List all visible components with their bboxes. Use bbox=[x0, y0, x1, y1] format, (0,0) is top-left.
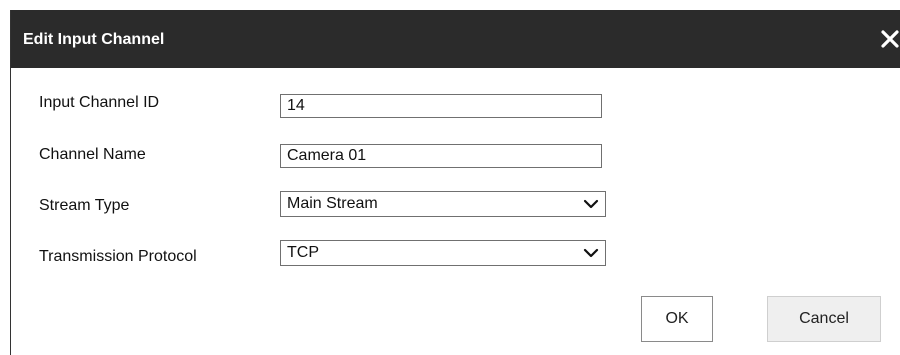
ok-button[interactable]: OK bbox=[641, 296, 713, 342]
cancel-button[interactable]: Cancel bbox=[767, 296, 881, 342]
close-icon[interactable] bbox=[879, 26, 900, 52]
input-channel-id-field[interactable] bbox=[280, 94, 602, 118]
input-channel-id-label: Input Channel ID bbox=[39, 94, 160, 111]
transmission-protocol-value: TCP bbox=[287, 244, 319, 261]
dialog-titlebar: Edit Input Channel bbox=[11, 10, 900, 68]
stream-type-label: Stream Type bbox=[39, 197, 130, 214]
stream-type-select[interactable]: Main Stream bbox=[280, 191, 606, 217]
channel-name-field[interactable] bbox=[280, 144, 602, 168]
stream-type-value: Main Stream bbox=[287, 195, 378, 212]
transmission-protocol-label: Transmission Protocol bbox=[39, 248, 197, 265]
dialog-title: Edit Input Channel bbox=[23, 31, 165, 48]
chevron-down-icon bbox=[583, 248, 599, 258]
edit-input-channel-dialog: Edit Input Channel Input Channel ID Chan… bbox=[10, 10, 900, 355]
transmission-protocol-select[interactable]: TCP bbox=[280, 240, 606, 266]
chevron-down-icon bbox=[583, 199, 599, 209]
channel-name-label: Channel Name bbox=[39, 146, 146, 163]
